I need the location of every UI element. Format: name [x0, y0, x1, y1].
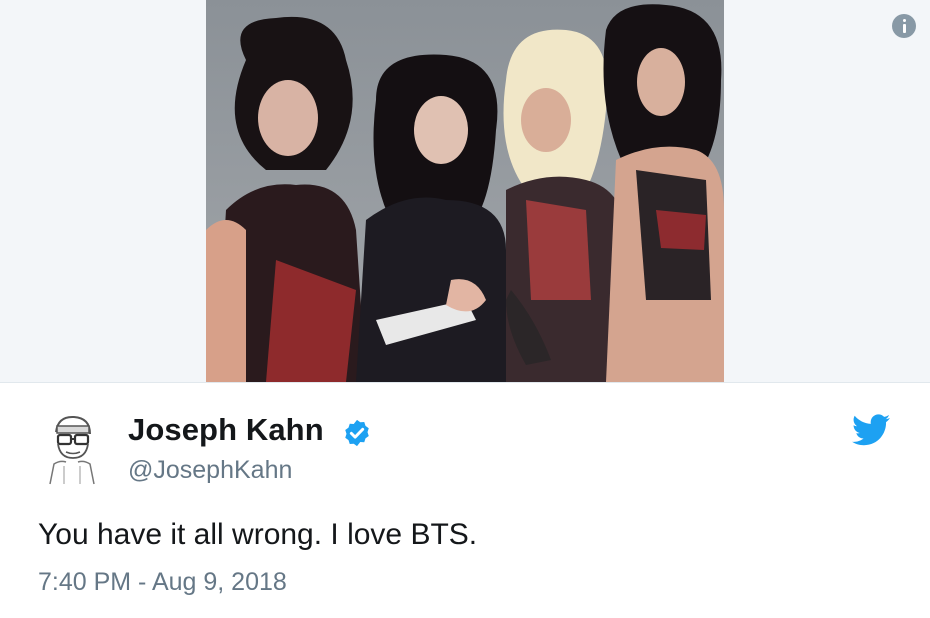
tweet-photo[interactable]: [206, 0, 724, 382]
avatar[interactable]: [40, 410, 104, 486]
author-name[interactable]: Joseph Kahn: [128, 412, 324, 448]
band-photo-illustration: [206, 0, 724, 382]
info-icon[interactable]: [892, 14, 916, 38]
divider: [0, 382, 930, 383]
tweet-text: You have it all wrong. I love BTS.: [38, 518, 478, 551]
avatar-sketch-image: [40, 410, 104, 486]
author-handle[interactable]: @JosephKahn: [128, 456, 292, 485]
verified-badge-icon: [345, 419, 369, 447]
tweet-timestamp[interactable]: 7:40 PM - Aug 9, 2018: [38, 568, 287, 597]
twitter-bird-icon[interactable]: [852, 414, 890, 446]
tweet-media-area: [0, 0, 930, 382]
